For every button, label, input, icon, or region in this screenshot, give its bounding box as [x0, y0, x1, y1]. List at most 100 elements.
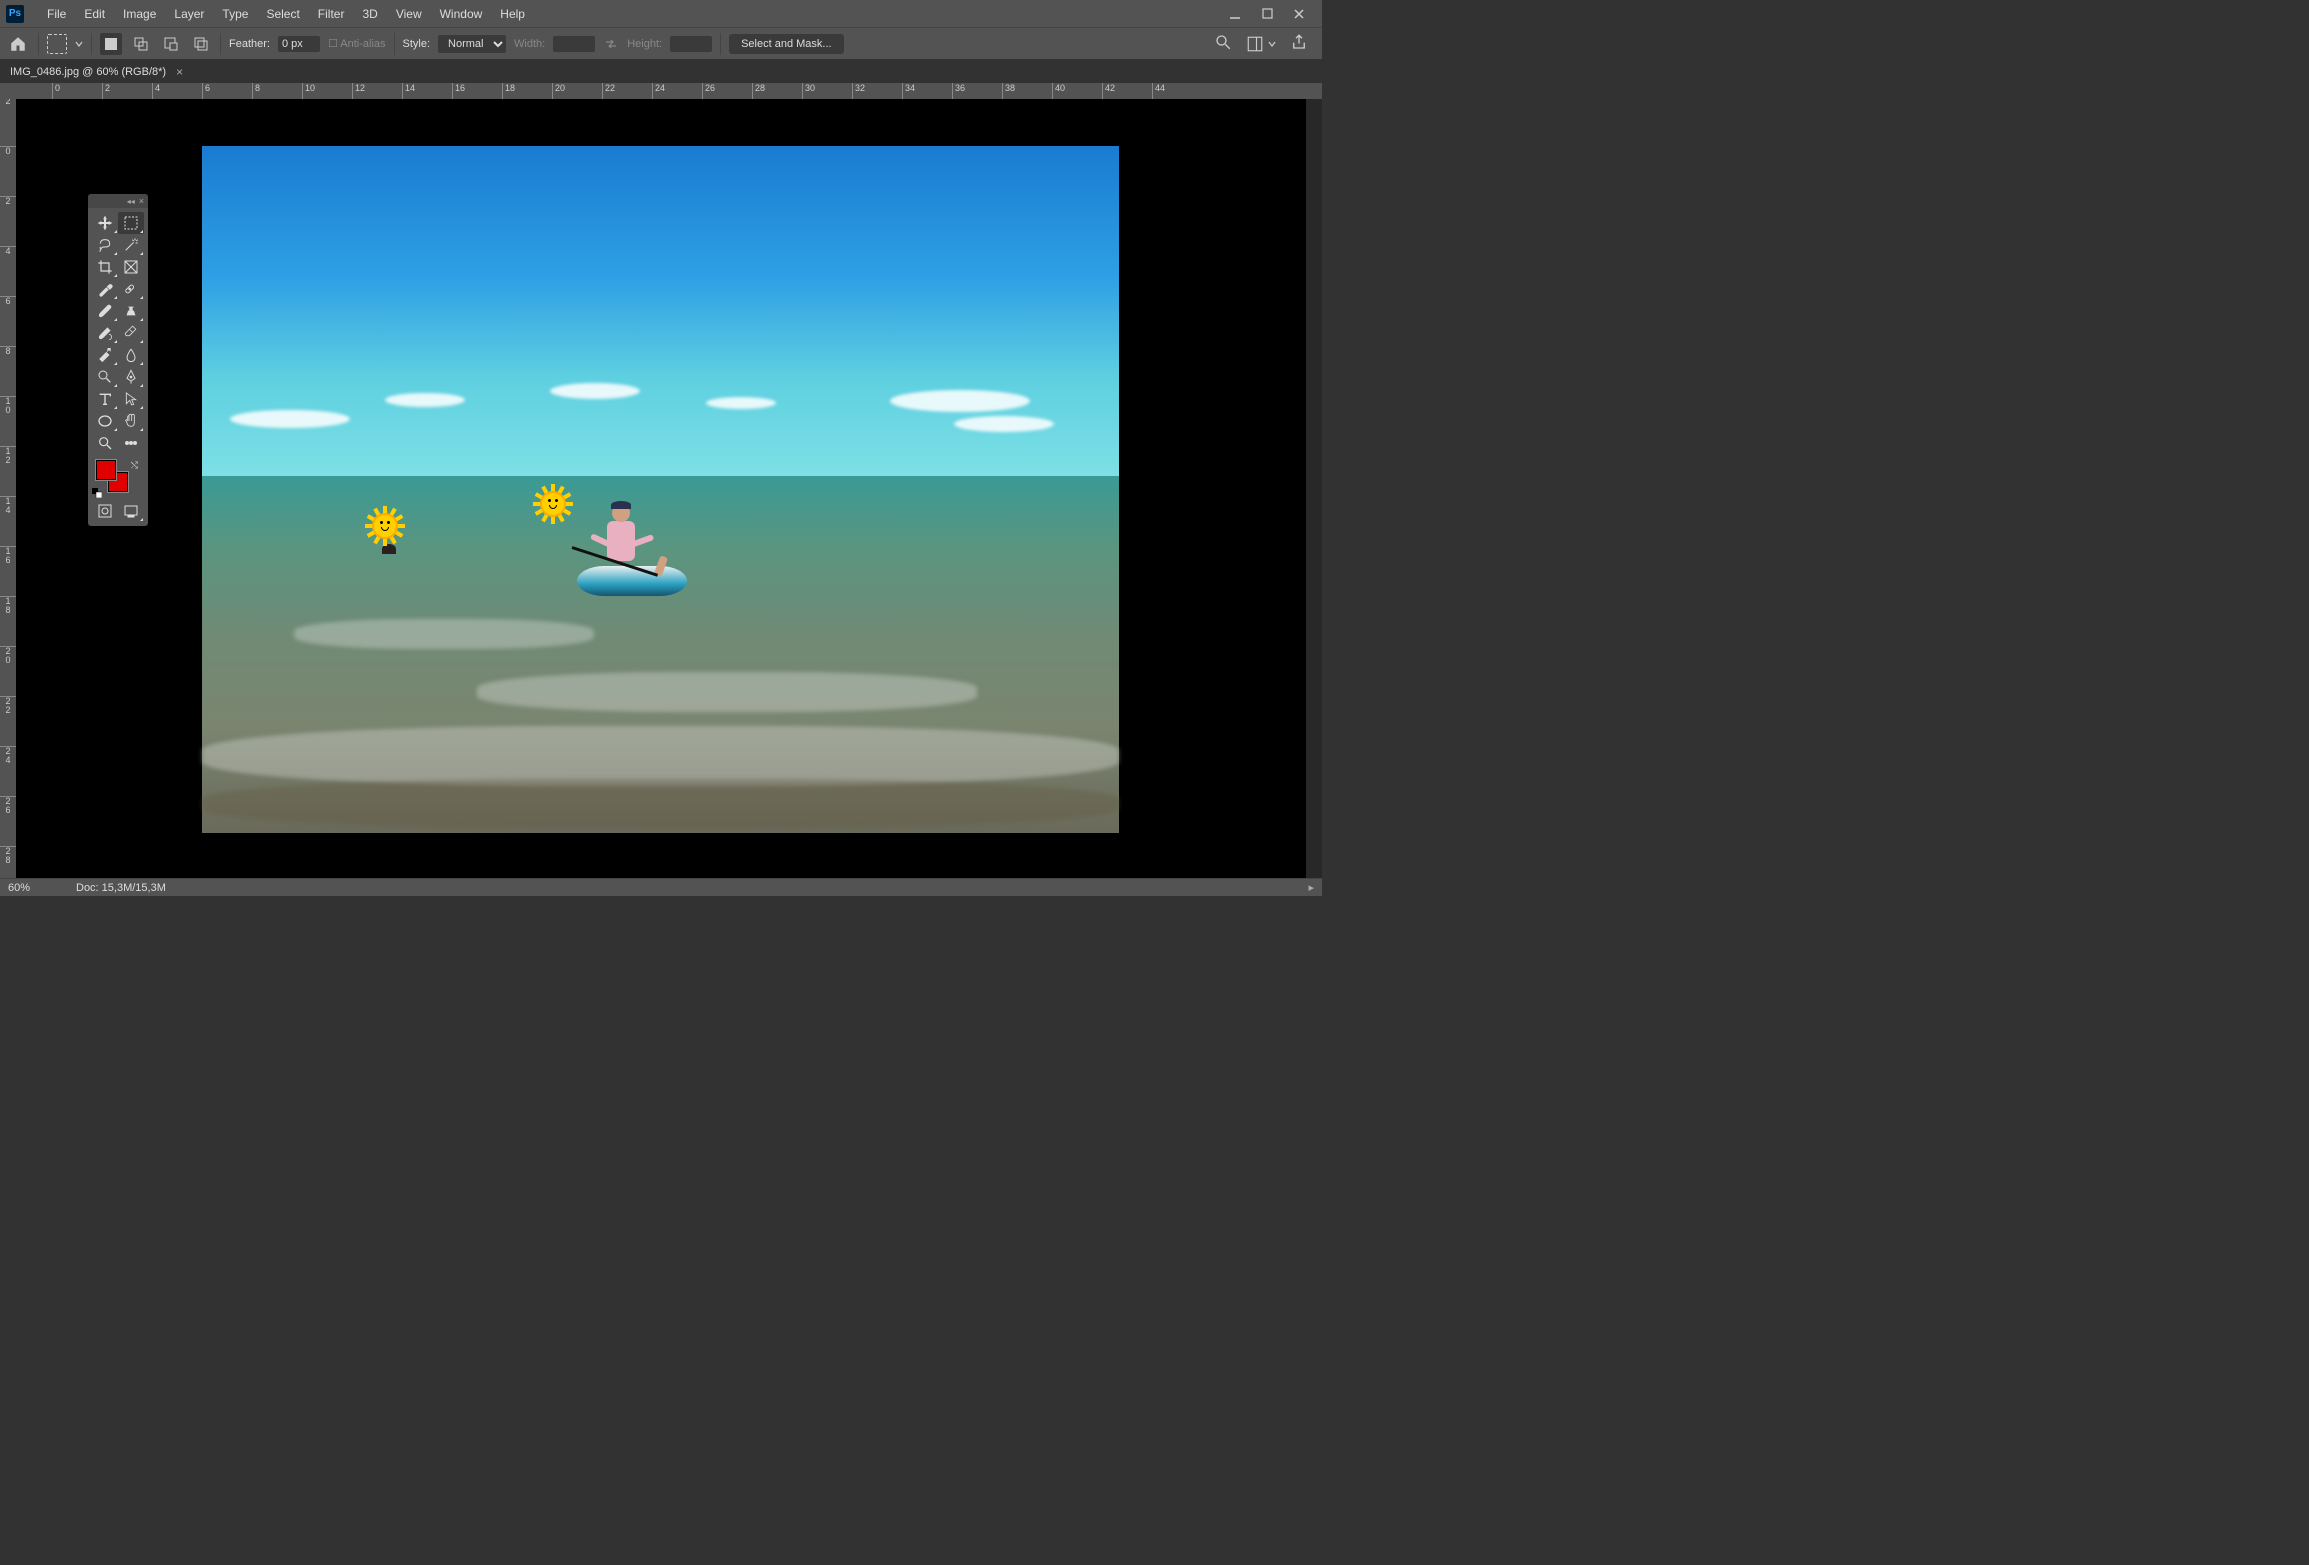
feather-input[interactable] [278, 36, 320, 52]
window-maximize-button[interactable] [1260, 7, 1274, 21]
spot-healing-tool[interactable] [118, 278, 144, 300]
menu-3d[interactable]: 3D [353, 0, 386, 27]
width-label: Width: [514, 38, 545, 50]
pen-tool[interactable] [118, 366, 144, 388]
ruler-corner [0, 83, 16, 99]
feather-label: Feather: [229, 38, 270, 50]
tools-panel-header[interactable]: ◂◂ × [88, 194, 148, 208]
menu-view[interactable]: View [387, 0, 431, 27]
image-sun-sticker [535, 486, 571, 522]
collapse-icon[interactable]: ◂◂ [127, 197, 135, 206]
color-swatches: ⤭ [92, 460, 144, 498]
rectangular-marquee-tool[interactable] [118, 212, 144, 234]
antialias-checkbox: ☐ Anti-alias [328, 37, 386, 50]
quick-mask-button[interactable] [92, 500, 118, 522]
selection-subtract-button[interactable] [160, 33, 182, 55]
ruler-tick: 10 [0, 396, 16, 415]
crop-tool[interactable] [92, 256, 118, 278]
dodge-tool[interactable] [92, 366, 118, 388]
style-select[interactable]: Normal [438, 35, 506, 53]
menu-select[interactable]: Select [257, 0, 308, 27]
document-image[interactable] [202, 146, 1119, 833]
lasso-tool[interactable] [92, 234, 118, 256]
ruler-tick: 26 [0, 796, 16, 815]
window-controls [1228, 7, 1316, 21]
search-icon [1214, 33, 1232, 51]
close-icon[interactable]: × [139, 196, 144, 206]
ruler-tick: 44 [1152, 83, 1165, 99]
tab-close-button[interactable]: × [176, 65, 183, 79]
chevron-down-icon[interactable] [75, 40, 83, 48]
menu-type[interactable]: Type [213, 0, 257, 27]
zoom-tool[interactable] [92, 432, 118, 454]
eraser-tool[interactable] [118, 322, 144, 344]
selection-new-button[interactable] [100, 33, 122, 55]
app-logo: Ps [6, 5, 24, 23]
frame-tool[interactable] [118, 256, 144, 278]
blur-tool[interactable] [118, 344, 144, 366]
window-minimize-button[interactable] [1228, 7, 1242, 21]
gradient-tool[interactable] [92, 344, 118, 366]
image-sun-sticker [367, 508, 403, 544]
edit-toolbar-button[interactable] [118, 432, 144, 454]
vertical-ruler[interactable]: 20246810121416182022242628 [0, 99, 16, 878]
menu-layer[interactable]: Layer [165, 0, 213, 27]
clone-stamp-tool[interactable] [118, 300, 144, 322]
ruler-tick: 14 [0, 496, 16, 515]
document-tab-bar: IMG_0486.jpg @ 60% (RGB/8*) × [0, 59, 1322, 83]
foreground-color-swatch[interactable] [96, 460, 116, 480]
share-button[interactable] [1290, 33, 1308, 54]
move-tool[interactable] [92, 212, 118, 234]
hand-tool[interactable] [118, 410, 144, 432]
status-bar: 60% Doc: 15,3M/15,3M ▸ [0, 878, 1322, 896]
shape-tool[interactable] [92, 410, 118, 432]
zoom-level[interactable]: 60% [8, 882, 58, 894]
screen-mode-button[interactable] [118, 500, 144, 522]
workspace-button[interactable] [1246, 35, 1276, 53]
ruler-tick: 8 [0, 346, 16, 356]
options-bar: Feather: ☐ Anti-alias Style: Normal Widt… [0, 27, 1322, 59]
style-label: Style: [403, 38, 431, 50]
ruler-tick: 32 [852, 83, 865, 99]
selection-add-button[interactable] [130, 33, 152, 55]
menu-window[interactable]: Window [431, 0, 492, 27]
ruler-tick: 28 [752, 83, 765, 99]
horizontal-ruler[interactable]: 0246810121416182022242628303234363840424… [16, 83, 1306, 99]
ruler-tick: 0 [52, 83, 60, 99]
tools-panel[interactable]: ◂◂ × [88, 194, 148, 526]
eyedropper-tool[interactable] [92, 278, 118, 300]
doc-size[interactable]: Doc: 15,3M/15,3M [76, 882, 166, 894]
type-tool[interactable] [92, 388, 118, 410]
search-button[interactable] [1214, 33, 1232, 54]
menu-filter[interactable]: Filter [309, 0, 354, 27]
status-menu-icon[interactable]: ▸ [1308, 881, 1314, 894]
path-selection-tool[interactable] [118, 388, 144, 410]
divider [394, 33, 395, 55]
brush-tool[interactable] [92, 300, 118, 322]
menu-edit[interactable]: Edit [75, 0, 114, 27]
select-and-mask-button[interactable]: Select and Mask... [729, 34, 844, 54]
divider [38, 33, 39, 55]
window-close-button[interactable] [1292, 7, 1306, 21]
home-icon [9, 35, 27, 53]
default-colors-icon[interactable] [92, 488, 102, 498]
selection-intersect-button[interactable] [190, 33, 212, 55]
ruler-tick: 2 [102, 83, 110, 99]
menu-image[interactable]: Image [114, 0, 165, 27]
image-person-cap [611, 501, 631, 509]
magic-wand-tool[interactable] [118, 234, 144, 256]
active-tool-icon[interactable] [47, 34, 67, 54]
canvas-viewport[interactable] [16, 99, 1306, 878]
menu-file[interactable]: File [38, 0, 75, 27]
menu-help[interactable]: Help [491, 0, 534, 27]
ruler-tick: 20 [0, 646, 16, 665]
ruler-tick: 20 [552, 83, 565, 99]
divider [220, 33, 221, 55]
home-button[interactable] [6, 32, 30, 56]
ruler-tick: 22 [0, 696, 16, 715]
ruler-tick: 16 [0, 546, 16, 565]
history-brush-tool[interactable] [92, 322, 118, 344]
ruler-tick: 4 [152, 83, 160, 99]
document-tab[interactable]: IMG_0486.jpg @ 60% (RGB/8*) × [0, 59, 193, 83]
swap-colors-icon[interactable]: ⤭ [131, 460, 138, 471]
